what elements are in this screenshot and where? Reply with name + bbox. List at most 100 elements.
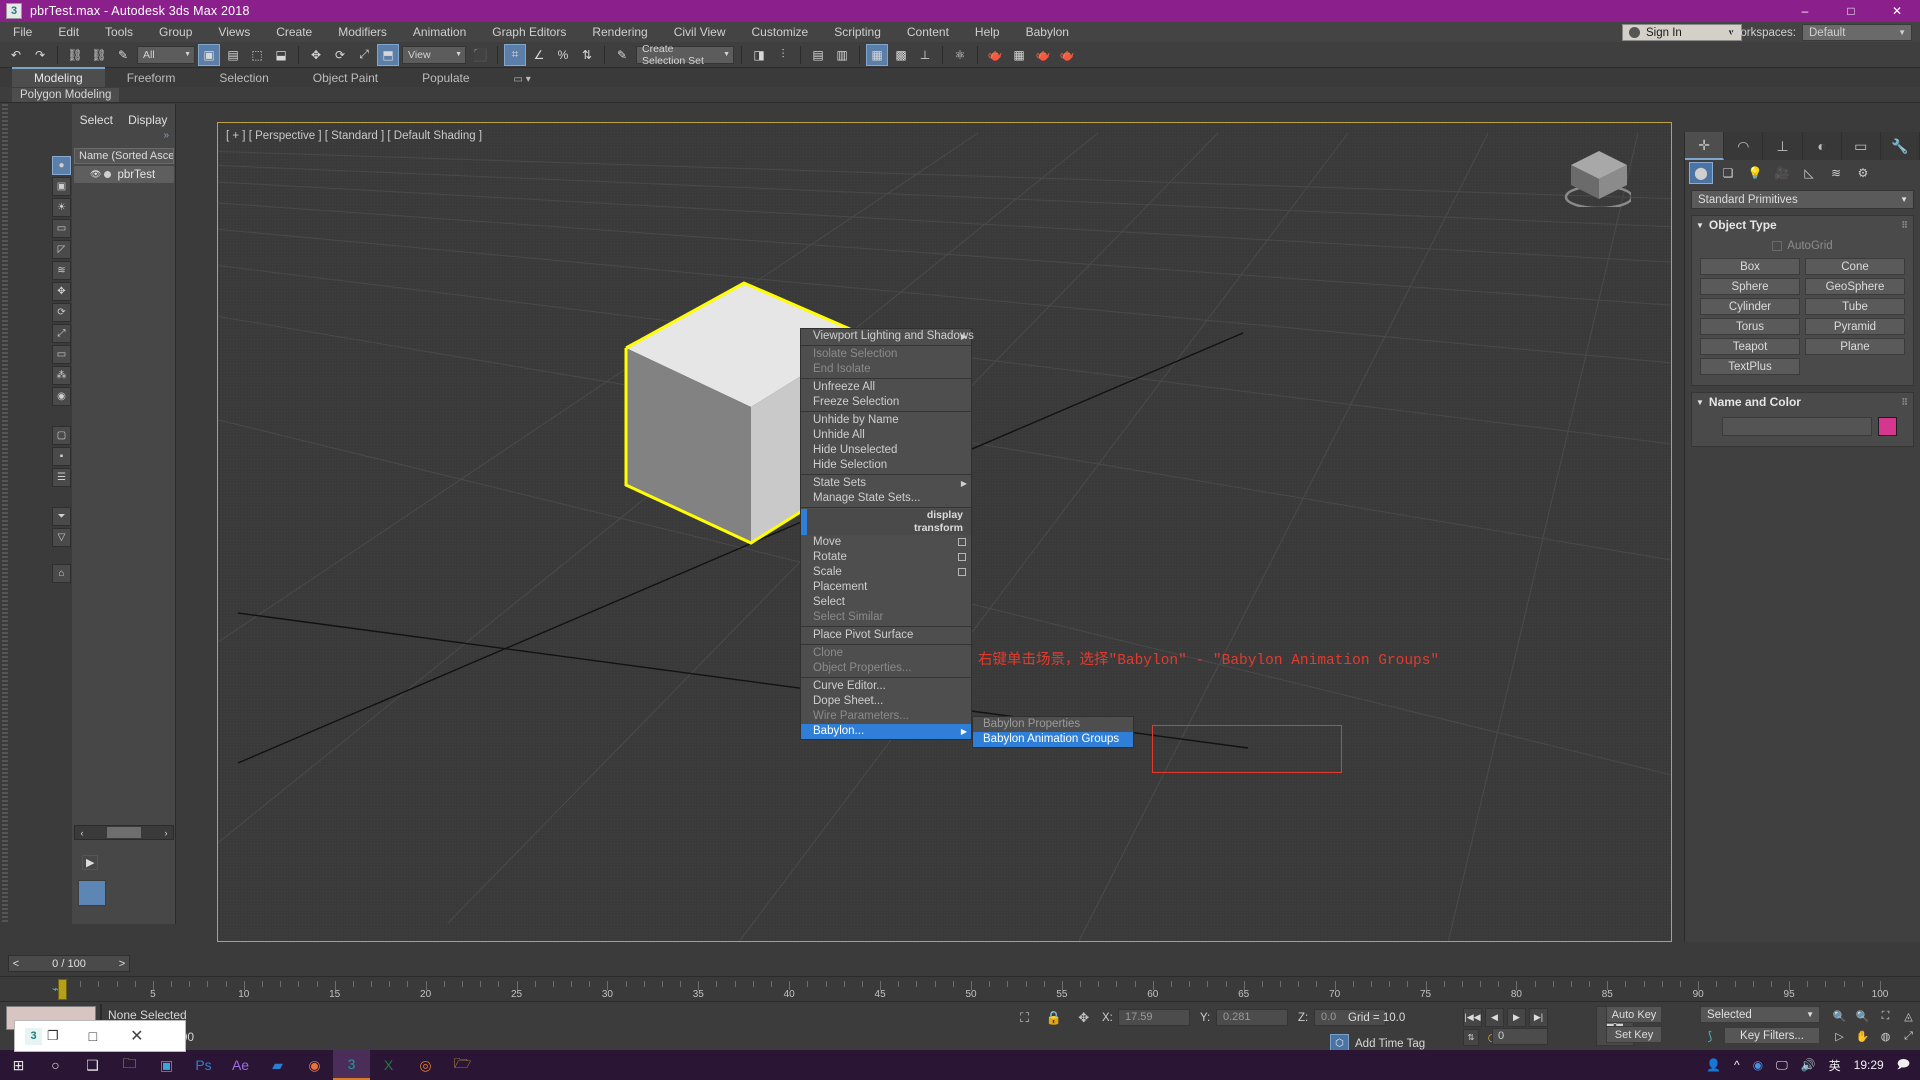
rect-icon[interactable]: ▭: [52, 345, 71, 364]
render-setup-icon[interactable]: 🫖: [984, 44, 1006, 66]
helpers-icon[interactable]: ◺: [1797, 162, 1821, 184]
select-rotate-icon[interactable]: ⟳: [329, 44, 351, 66]
maximize-viewport-toggle-icon[interactable]: ⤢: [1897, 1026, 1920, 1046]
select-link-icon[interactable]: ⛓: [64, 44, 86, 66]
zoom-all-icon[interactable]: 🔍: [1851, 1006, 1874, 1026]
folder-icon[interactable]: 🗁: [444, 1050, 481, 1080]
modify-tab[interactable]: ◠: [1724, 132, 1763, 160]
minimize-button[interactable]: –: [1782, 0, 1828, 22]
time-slider-handle[interactable]: [58, 979, 67, 1000]
volume-icon[interactable]: 🔊: [1801, 1058, 1816, 1072]
menu-item-rendering[interactable]: Rendering: [579, 23, 660, 41]
search-icon[interactable]: ○: [37, 1050, 74, 1080]
selection-region-icon[interactable]: ⛶: [1020, 1010, 1029, 1025]
selection-filter-select[interactable]: All ▼: [137, 46, 195, 64]
display-icon[interactable]: 🖵: [1776, 1058, 1788, 1073]
lights-icon[interactable]: ☀: [52, 198, 71, 217]
menu-item-babylon[interactable]: Babylon...▶: [801, 724, 971, 739]
hierarchy-tab[interactable]: ⊥: [1763, 132, 1802, 160]
menu-item-curve-editor[interactable]: Curve Editor...: [801, 679, 971, 694]
orbit-icon[interactable]: ◍: [1874, 1026, 1897, 1046]
zoom-icon[interactable]: 🔍: [1828, 1006, 1851, 1026]
menu-item-hide-unselected[interactable]: Hide Unselected: [801, 443, 971, 458]
menu-item-unfreeze-all[interactable]: Unfreeze All: [801, 380, 971, 395]
primitive-button-sphere[interactable]: Sphere: [1700, 278, 1800, 295]
primitive-category-select[interactable]: Standard Primitives ▼: [1691, 190, 1914, 209]
pivot-point-icon[interactable]: ⬛: [469, 44, 491, 66]
lights-icon[interactable]: 💡: [1743, 162, 1767, 184]
window-crossing-icon[interactable]: ⬓: [270, 44, 292, 66]
notifications-icon[interactable]: 🗩: [1897, 1055, 1910, 1076]
fill-icon[interactable]: ▪: [52, 447, 71, 466]
redo-icon[interactable]: ↷: [29, 44, 51, 66]
menu-item-help[interactable]: Help: [962, 23, 1013, 41]
go-to-start-icon[interactable]: |◀◀: [1463, 1008, 1482, 1027]
menu-item-create[interactable]: Create: [263, 23, 325, 41]
move-icon[interactable]: ✥: [52, 282, 71, 301]
scene-explorer-icon[interactable]: ▥: [831, 44, 853, 66]
clock[interactable]: 19:29: [1854, 1058, 1884, 1072]
settings-box-icon[interactable]: [958, 538, 966, 546]
primitive-button-textplus[interactable]: TextPlus: [1700, 358, 1800, 375]
snap-toggle-icon[interactable]: ⌗: [504, 44, 526, 66]
filter-icon[interactable]: ▽: [52, 528, 71, 547]
angle-snap-icon[interactable]: ∠: [528, 44, 550, 66]
explorer-color-square[interactable]: [78, 880, 106, 906]
auto-key-button[interactable]: Auto Key: [1606, 1006, 1662, 1023]
key-mode-select[interactable]: Selected ▼: [1700, 1006, 1820, 1023]
photoshop-icon[interactable]: Ps: [185, 1050, 222, 1080]
aftereffects-icon[interactable]: Ae: [222, 1050, 259, 1080]
render-production-icon[interactable]: 🫖: [1032, 44, 1054, 66]
rectangular-selection-icon[interactable]: ⬚: [246, 44, 268, 66]
maximize-button[interactable]: □: [89, 1028, 97, 1044]
vscode-icon[interactable]: ▰: [259, 1050, 296, 1080]
systems-icon[interactable]: ⚙: [1851, 162, 1875, 184]
geometry-icon[interactable]: ⬤: [1689, 162, 1713, 184]
primitive-button-box[interactable]: Box: [1700, 258, 1800, 275]
frame-navigator[interactable]: < 0 / 100 >: [8, 955, 130, 972]
select-object-icon[interactable]: ●: [52, 156, 71, 175]
explorer-more-icon[interactable]: »: [163, 130, 169, 141]
primitive-button-plane[interactable]: Plane: [1805, 338, 1905, 355]
primitive-button-cone[interactable]: Cone: [1805, 258, 1905, 275]
ribbon-tab-populate[interactable]: Populate: [400, 69, 491, 87]
utilities-tab[interactable]: 🔧: [1881, 132, 1920, 160]
shapes-icon[interactable]: ❏: [1716, 162, 1740, 184]
spinner-snap-icon[interactable]: ⇅: [576, 44, 598, 66]
scroll-right-icon[interactable]: ›: [159, 828, 173, 838]
eye-icon[interactable]: 👁: [90, 169, 101, 180]
field-of-view-icon[interactable]: ◬: [1897, 1006, 1920, 1026]
menu-item-animation[interactable]: Animation: [400, 23, 479, 41]
network-icon[interactable]: ◉: [1753, 1058, 1763, 1072]
close-button[interactable]: ✕: [130, 1026, 143, 1046]
mirror-icon[interactable]: ◨: [748, 44, 770, 66]
menu-item-unhide-by-name[interactable]: Unhide by Name: [801, 413, 971, 428]
quad-context-menu[interactable]: Viewport Lighting and Shadows▶Isolate Se…: [800, 328, 972, 740]
menu-item-manage-state-sets[interactable]: Manage State Sets...: [801, 491, 971, 506]
viewcube-icon[interactable]: [1561, 145, 1631, 207]
box-icon[interactable]: ▢: [52, 426, 71, 445]
track-bar[interactable]: ⌁ 05101520253035404550556065707580859095…: [0, 976, 1920, 1002]
eye-icon[interactable]: ◉: [52, 387, 71, 406]
submenu-item-babylon-animation-groups[interactable]: Babylon Animation Groups: [973, 732, 1133, 747]
object-name-input[interactable]: [1722, 417, 1872, 436]
y-field[interactable]: 0.281: [1216, 1009, 1288, 1026]
primitive-button-torus[interactable]: Torus: [1700, 318, 1800, 335]
taskview-icon[interactable]: ❑: [74, 1050, 111, 1080]
pan-icon[interactable]: ✋: [1851, 1026, 1874, 1046]
key-tangent-icon[interactable]: ⟆: [1700, 1027, 1720, 1044]
scale-icon[interactable]: ⤢: [52, 324, 71, 343]
select-by-name-icon[interactable]: ▣: [52, 177, 71, 196]
toolbar-grip[interactable]: [2, 104, 8, 924]
menu-item-civil-view[interactable]: Civil View: [661, 23, 739, 41]
chrome-icon[interactable]: ◉: [296, 1050, 333, 1080]
sign-in-button[interactable]: Sign In ▼: [1622, 24, 1742, 41]
list-icon[interactable]: ☰: [52, 468, 71, 487]
explorer-hscrollbar[interactable]: ‹ ›: [74, 825, 174, 840]
select-object-icon[interactable]: ▣: [198, 44, 220, 66]
menu-item-scripting[interactable]: Scripting: [821, 23, 894, 41]
menu-item-graph-editors[interactable]: Graph Editors: [479, 23, 579, 41]
next-frame-icon[interactable]: ▶|: [1529, 1008, 1548, 1027]
explorer-expand-icon[interactable]: ▶: [82, 855, 98, 870]
reference-coordinate-select[interactable]: View ▼: [402, 46, 466, 64]
